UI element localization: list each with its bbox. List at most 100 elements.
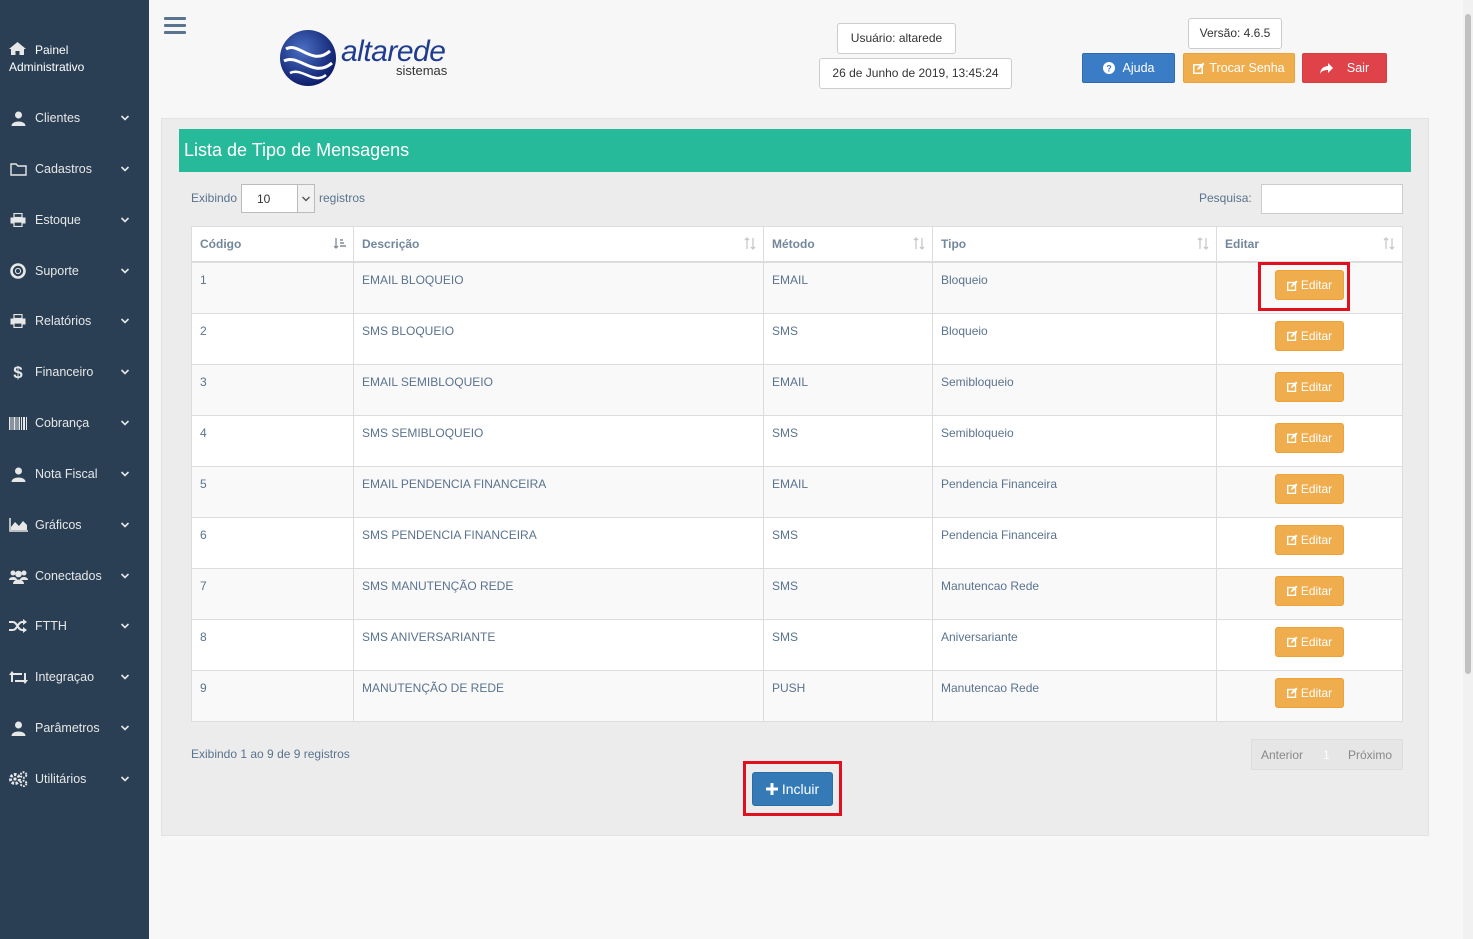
sidebar-title[interactable]: Painel Administrativo [9, 42, 84, 76]
chevron-down-icon [120, 674, 130, 680]
sidebar-item-13[interactable]: Parâmetros [0, 712, 149, 744]
sidebar-item-8[interactable]: Nota Fiscal [0, 458, 149, 490]
edit-label: Editar [1300, 532, 1333, 547]
chevron-down-icon [120, 268, 130, 274]
chevron-down-icon [297, 185, 314, 212]
sidebar-item-9[interactable]: Gráficos [0, 509, 149, 541]
pagination-next[interactable]: Próximo [1348, 748, 1392, 762]
cell-codigo: 6 [191, 516, 354, 569]
edit-icon [1286, 687, 1298, 698]
column-header-descricao[interactable]: Descrição [353, 226, 764, 263]
cell-descricao: MANUTENÇÃO DE REDE [353, 669, 764, 722]
edit-button[interactable]: Editar [1275, 270, 1344, 300]
user-icon [8, 720, 28, 736]
cell-descricao: SMS PENDENCIA FINANCEIRA [353, 516, 764, 569]
column-header-metodo[interactable]: Método [763, 226, 933, 263]
cell-metodo: EMAIL [763, 261, 933, 314]
logout-button[interactable]: Sair [1302, 53, 1387, 83]
search-input[interactable] [1261, 184, 1403, 214]
sort-asc-icon [334, 238, 346, 249]
table-header-row: Código Descrição Método Tipo Editar [191, 226, 1403, 263]
page-scrollbar[interactable] [1463, 0, 1473, 939]
chevron-down-icon [120, 217, 130, 223]
edit-label: Editar [1300, 430, 1333, 445]
sidebar-title-line2: Administrativo [9, 60, 85, 74]
cell-metodo: SMS [763, 312, 933, 365]
sidebar-item-label: Financeiro [35, 365, 94, 379]
edit-label: Editar [1300, 583, 1333, 598]
sidebar-item-12[interactable]: Integraçao [0, 661, 149, 693]
scrollbar-thumb[interactable] [1465, 14, 1471, 674]
sidebar-item-label: Gráficos [35, 518, 82, 532]
sidebar-item-5[interactable]: Relatórios [0, 305, 149, 337]
edit-button[interactable]: Editar [1275, 575, 1344, 606]
search-label: Pesquisa: [1199, 191, 1252, 205]
edit-button[interactable]: Editar [1275, 371, 1344, 402]
cell-editar: Editar [1216, 516, 1403, 569]
cell-codigo: 8 [191, 618, 354, 671]
edit-button[interactable]: Editar [1275, 422, 1344, 453]
table-row: 1 EMAIL BLOQUEIO EMAIL Bloqueio Editar [191, 261, 1403, 314]
sidebar-item-1[interactable]: Clientes [0, 102, 149, 134]
menu-toggle-icon[interactable] [164, 17, 186, 35]
cell-metodo: PUSH [763, 669, 933, 722]
column-header-editar[interactable]: Editar [1216, 226, 1403, 263]
page-size-select[interactable]: 10 [241, 184, 315, 213]
edit-button[interactable]: Editar [1275, 677, 1344, 708]
pagination-previous[interactable]: Anterior [1261, 748, 1303, 762]
cell-codigo: 2 [191, 312, 354, 365]
print-icon [8, 212, 28, 228]
sidebar-item-4[interactable]: Suporte [0, 255, 149, 287]
sidebar-item-label: Relatórios [35, 314, 92, 328]
chevron-down-icon [120, 166, 130, 172]
print-icon [8, 313, 28, 329]
cell-descricao: SMS SEMIBLOQUEIO [353, 414, 764, 467]
cell-descricao: EMAIL PENDENCIA FINANCEIRA [353, 465, 764, 518]
include-button[interactable]: Incluir [752, 772, 833, 806]
cell-descricao: EMAIL BLOQUEIO [353, 261, 764, 314]
column-header-tipo[interactable]: Tipo [932, 226, 1217, 263]
sidebar-item-10[interactable]: Conectados [0, 560, 149, 592]
change-password-label: Trocar Senha [1209, 61, 1285, 75]
sidebar: Painel Administrativo Clientes Cadastros E… [0, 0, 149, 939]
edit-icon [1286, 330, 1298, 341]
records-label: registros [319, 191, 366, 205]
sidebar-item-label: Cobrança [35, 416, 90, 430]
user-badge: Usuário: altarede [837, 23, 956, 54]
sidebar-item-14[interactable]: Utilitários [0, 763, 149, 795]
cell-codigo: 4 [191, 414, 354, 467]
folder-icon [8, 161, 28, 177]
edit-button[interactable]: Editar [1275, 473, 1344, 504]
edit-icon [1286, 483, 1298, 494]
cell-metodo: SMS [763, 414, 933, 467]
help-button[interactable]: ? Ajuda [1082, 53, 1175, 83]
home-icon [9, 42, 26, 55]
edit-button[interactable]: Editar [1275, 626, 1344, 657]
sort-icon [913, 237, 925, 250]
sidebar-item-3[interactable]: Estoque [0, 204, 149, 236]
column-header-codigo[interactable]: Código [191, 226, 354, 263]
edit-button[interactable]: Editar [1275, 524, 1344, 555]
change-password-button[interactable]: Trocar Senha [1183, 53, 1295, 83]
edit-label: Editar [1300, 481, 1333, 496]
cell-tipo: Manutencao Rede [932, 567, 1217, 620]
chevron-down-icon [120, 725, 130, 731]
sidebar-item-label: Parâmetros [35, 721, 100, 735]
user-icon [8, 110, 28, 126]
sidebar-item-2[interactable]: Cadastros [0, 153, 149, 185]
company-logo: altarede sistemas [278, 27, 468, 89]
sidebar-item-label: FTTH [35, 619, 67, 633]
cell-metodo: SMS [763, 516, 933, 569]
edit-button[interactable]: Editar [1275, 320, 1344, 351]
chevron-down-icon [120, 471, 130, 477]
page-size-value: 10 [257, 192, 271, 206]
sidebar-item-7[interactable]: Cobrança [0, 407, 149, 439]
column-label: Descrição [362, 237, 420, 251]
cell-metodo: SMS [763, 618, 933, 671]
sidebar-item-6[interactable]: $ Financeiro [0, 356, 149, 388]
sidebar-item-11[interactable]: FTTH [0, 610, 149, 642]
cell-editar: Editar [1216, 669, 1403, 722]
column-label: Método [772, 237, 815, 251]
pagination-page[interactable]: 1 [1323, 748, 1330, 762]
cell-editar: Editar [1216, 567, 1403, 620]
